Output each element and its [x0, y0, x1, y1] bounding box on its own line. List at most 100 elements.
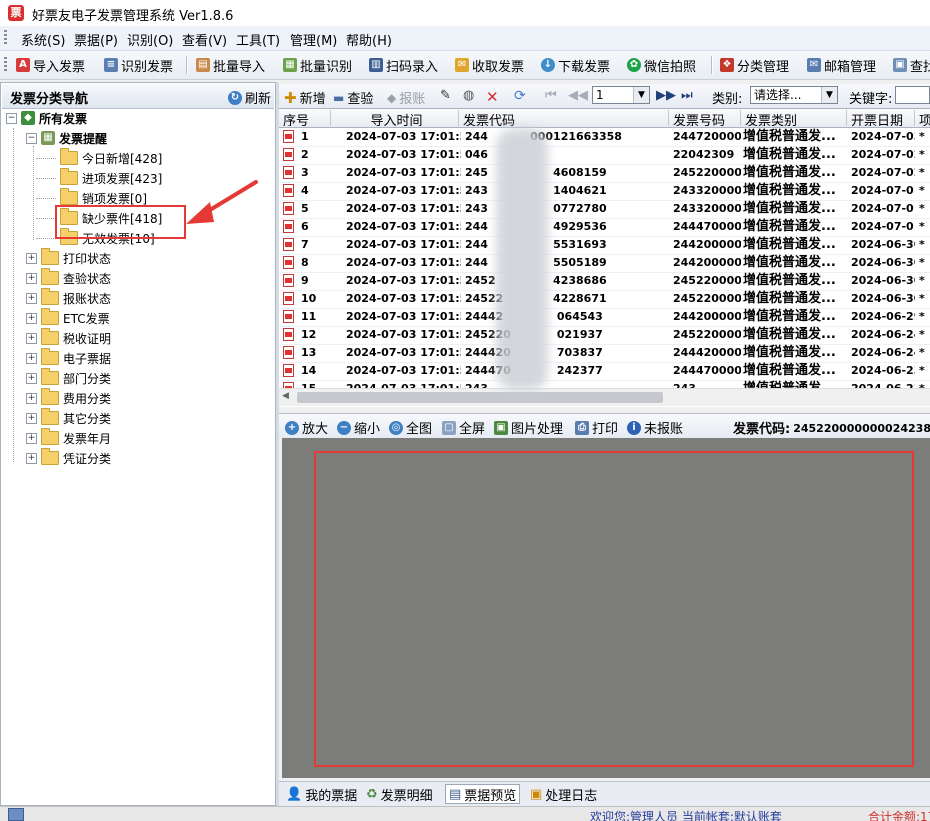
edit-button[interactable]: ✎: [440, 88, 451, 103]
menu-recognize[interactable]: 识别(O): [127, 30, 173, 49]
image-process-button[interactable]: ▣ 图片处理: [494, 418, 563, 437]
batch-recognize-button[interactable]: ▦ 批量识别: [283, 56, 352, 75]
verify-button[interactable]: ▬ 查验: [333, 88, 373, 108]
expand-icon[interactable]: +: [26, 252, 37, 264]
tree-item-tax-certificate[interactable]: + 税收证明: [26, 328, 111, 347]
tree-item-input-invoices[interactable]: 进项发票[423]: [60, 168, 162, 187]
reimburse-button[interactable]: ◆ 报账: [387, 88, 425, 108]
fit-all-button[interactable]: ◎ 全图: [389, 418, 432, 437]
tree-item-invoice-month[interactable]: + 发票年月: [26, 428, 111, 447]
tree-item-e-bills[interactable]: + 电子票据: [26, 348, 111, 367]
expand-icon[interactable]: +: [26, 332, 37, 344]
tree-item-invoice-alerts[interactable]: − ▦ 发票提醒: [26, 129, 107, 147]
receive-invoice-button[interactable]: ✉ 收取发票: [455, 56, 524, 75]
column-header-invoice-type[interactable]: 发票类别: [741, 110, 847, 126]
table-row[interactable]: 22024-07-03 17:01:5704622042309增值税普通发...…: [279, 146, 930, 165]
menu-bills[interactable]: 票据(P): [74, 30, 118, 49]
tree-item-department[interactable]: + 部门分类: [26, 368, 111, 387]
column-header-import-time[interactable]: 导入时间: [331, 110, 459, 126]
find-button[interactable]: ▣ 查找: [893, 56, 930, 75]
table-row[interactable]: 132024-07-03 17:01:58244420 703837244420…: [279, 344, 930, 363]
collapse-icon[interactable]: −: [6, 112, 17, 124]
last-page-button[interactable]: ⏭: [681, 88, 693, 103]
table-row[interactable]: 142024-07-03 17:01:58244470 242377244470…: [279, 362, 930, 381]
menu-manage[interactable]: 管理(M): [290, 30, 337, 49]
horizontal-scrollbar[interactable]: ◀: [279, 388, 930, 406]
keyword-input[interactable]: [895, 86, 930, 104]
batch-import-button[interactable]: ▤ 批量导入: [196, 56, 265, 75]
scroll-left-icon[interactable]: ◀: [282, 391, 289, 401]
tree-item-print-status[interactable]: + 打印状态: [26, 248, 111, 267]
tab-process-log[interactable]: ▣ 处理日志: [527, 785, 600, 804]
expand-icon[interactable]: +: [26, 292, 37, 304]
expand-icon[interactable]: +: [26, 392, 37, 404]
first-page-button[interactable]: ⏮: [545, 88, 557, 103]
mailbox-manage-button[interactable]: ✉ 邮箱管理: [807, 56, 876, 75]
zoom-in-button[interactable]: + 放大: [285, 418, 328, 437]
table-row[interactable]: 12024-07-03 17:01:57244 0001216633582447…: [279, 128, 930, 147]
refresh-button[interactable]: ↻ 刷新: [228, 88, 271, 107]
column-header-invoice-code[interactable]: 发票代码: [459, 110, 669, 126]
expand-icon[interactable]: +: [26, 412, 37, 424]
table-row[interactable]: 122024-07-03 17:01:58245220 021937245220…: [279, 326, 930, 345]
unreimbursed-button[interactable]: i 未报账: [627, 418, 683, 437]
tree-item-expense[interactable]: + 费用分类: [26, 388, 111, 407]
column-header-extra[interactable]: 项: [915, 110, 930, 126]
sync-button[interactable]: ⟳: [514, 88, 526, 104]
tree-item-verify-status[interactable]: + 查验状态: [26, 268, 111, 287]
expand-icon[interactable]: +: [26, 352, 37, 364]
expand-icon[interactable]: +: [26, 452, 37, 464]
scan-entry-button[interactable]: ▥ 扫码录入: [369, 56, 438, 75]
menu-view[interactable]: 查看(V): [182, 30, 227, 49]
tree-item-reimburse-status[interactable]: + 报账状态: [26, 288, 111, 307]
print-button[interactable]: ⎙ 打印: [575, 418, 618, 437]
tab-invoice-details[interactable]: ♻ 发票明细: [363, 785, 436, 804]
collapse-icon[interactable]: −: [26, 132, 37, 144]
expand-icon[interactable]: +: [26, 432, 37, 444]
cell-no: 5: [301, 202, 309, 215]
menu-system[interactable]: 系统(S): [21, 30, 65, 49]
column-header-invoice-number[interactable]: 发票号码: [669, 110, 741, 126]
recognize-invoice-button[interactable]: ≡ 识别发票: [104, 56, 173, 75]
menu-tools[interactable]: 工具(T): [236, 30, 280, 49]
column-header-issue-date[interactable]: 开票日期: [847, 110, 915, 126]
category-manage-button[interactable]: ❖ 分类管理: [720, 56, 789, 75]
fullscreen-button[interactable]: ▢ 全屏: [442, 418, 485, 437]
table-row[interactable]: 82024-07-03 17:01:57244 5505189244200000…: [279, 254, 930, 273]
download-invoice-button[interactable]: ↓ 下载发票: [541, 56, 610, 75]
page-select[interactable]: 1 ▼: [592, 86, 650, 104]
expand-icon[interactable]: +: [26, 372, 37, 384]
tab-my-bills[interactable]: 👤 我的票据: [283, 785, 360, 804]
stamp-button[interactable]: ◍: [463, 88, 474, 103]
import-invoice-button[interactable]: A 导入发票: [16, 56, 85, 75]
table-row[interactable]: 62024-07-03 17:01:57244 4929536244470000…: [279, 218, 930, 237]
tree-item-other[interactable]: + 其它分类: [26, 408, 111, 427]
table-row[interactable]: 102024-07-03 17:01:5824522 4228671245220…: [279, 290, 930, 309]
tab-bill-preview[interactable]: ▤ 票据预览: [445, 784, 521, 804]
tree-root-all-invoices[interactable]: − ◆ 所有发票: [6, 109, 87, 127]
prev-page-icon: ◀◀: [568, 88, 588, 103]
tree-item-etc-invoices[interactable]: + ETC发票: [26, 308, 110, 327]
pdf-file-icon: [283, 292, 294, 305]
cell-no: 4: [301, 184, 309, 197]
tree-item-voucher[interactable]: + 凭证分类: [26, 448, 111, 467]
table-row[interactable]: 112024-07-03 17:01:5824442 0645432442000…: [279, 308, 930, 327]
next-page-button[interactable]: ▶▶: [656, 88, 676, 103]
column-header-no[interactable]: 序号: [279, 110, 331, 126]
delete-button[interactable]: ✕: [486, 88, 499, 106]
table-row[interactable]: 42024-07-03 17:01:57243 1404621243320000…: [279, 182, 930, 201]
table-row[interactable]: 52024-07-03 17:01:57243 0772780243320000…: [279, 200, 930, 219]
scrollbar-thumb[interactable]: [297, 392, 663, 403]
table-row[interactable]: 92024-07-03 17:01:572452 423868624522000…: [279, 272, 930, 291]
wechat-photo-button[interactable]: ✿ 微信拍照: [627, 56, 696, 75]
expand-icon[interactable]: +: [26, 312, 37, 324]
type-select[interactable]: 请选择... ▼: [750, 86, 838, 104]
zoom-out-button[interactable]: − 缩小: [337, 418, 380, 437]
expand-icon[interactable]: +: [26, 272, 37, 284]
menu-help[interactable]: 帮助(H): [346, 30, 392, 49]
tree-item-today-new[interactable]: 今日新增[428]: [60, 148, 162, 167]
table-row[interactable]: 32024-07-03 17:01:57245 4608159245220000…: [279, 164, 930, 183]
prev-page-button[interactable]: ◀◀: [568, 88, 588, 103]
table-row[interactable]: 72024-07-03 17:01:57244 5531693244200000…: [279, 236, 930, 255]
new-button[interactable]: ✚ 新增: [284, 88, 326, 108]
